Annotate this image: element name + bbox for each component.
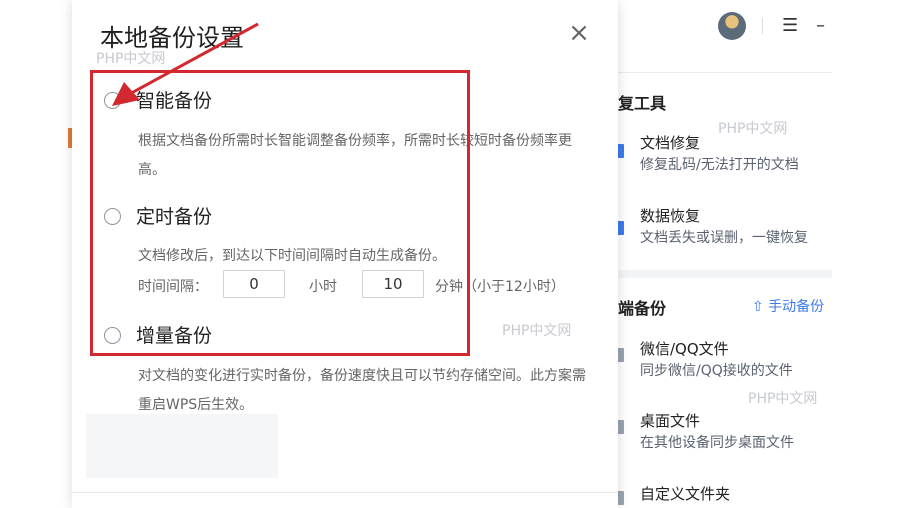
watermark: PHP中文网 [748, 391, 818, 407]
annotation-arrow [112, 22, 259, 106]
watermark: PHP中文网 [502, 323, 572, 339]
watermark: PHP中文网 [718, 121, 788, 137]
watermark: PHP中文网 [96, 51, 166, 67]
